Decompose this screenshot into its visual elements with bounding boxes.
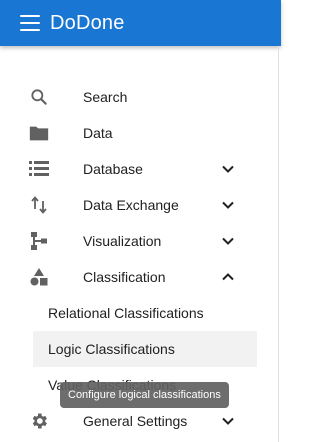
nav-label-general-settings: General Settings	[83, 413, 188, 429]
swap-vertical-icon	[28, 195, 50, 215]
nav-item-search[interactable]: Search	[0, 79, 278, 115]
nav-label-classification: Classification	[83, 269, 166, 285]
chevron-down-icon[interactable]	[220, 197, 236, 213]
app-title: DoDone	[50, 11, 125, 34]
nav-item-data[interactable]: Data	[0, 115, 278, 151]
chevron-down-icon[interactable]	[220, 161, 236, 177]
chevron-down-icon[interactable]	[220, 233, 236, 249]
nav-label-search: Search	[83, 89, 128, 105]
nav-item-classification[interactable]: Classification	[0, 259, 278, 295]
list-icon	[28, 159, 50, 179]
nav-item-general-settings[interactable]: General Settings	[0, 403, 278, 439]
shapes-icon	[28, 267, 50, 287]
nav-item-data-exchange[interactable]: Data Exchange	[0, 187, 278, 223]
tooltip: Configure logical classifications	[60, 382, 229, 408]
sub-item-relational-classifications[interactable]: Relational Classifications	[0, 295, 278, 331]
sub-label-relational: Relational Classifications	[48, 305, 204, 321]
sub-label-logic: Logic Classifications	[48, 341, 175, 357]
sub-item-logic-classifications[interactable]: Logic Classifications	[33, 331, 257, 367]
hierarchy-icon	[28, 231, 50, 251]
gear-icon	[28, 411, 50, 431]
nav-label-visualization: Visualization	[83, 233, 162, 249]
folder-icon	[28, 123, 50, 143]
nav-label-database: Database	[83, 161, 143, 177]
nav-label-data-exchange: Data Exchange	[83, 197, 179, 213]
chevron-up-icon[interactable]	[220, 269, 236, 285]
nav-item-database[interactable]: Database	[0, 151, 278, 187]
drawer-divider	[278, 46, 279, 442]
search-icon	[28, 87, 50, 107]
menu-icon[interactable]	[20, 15, 40, 31]
nav-item-visualization[interactable]: Visualization	[0, 223, 278, 259]
chevron-down-icon[interactable]	[220, 413, 236, 429]
app-bar: DoDone	[0, 0, 281, 46]
nav-label-data: Data	[83, 125, 113, 141]
